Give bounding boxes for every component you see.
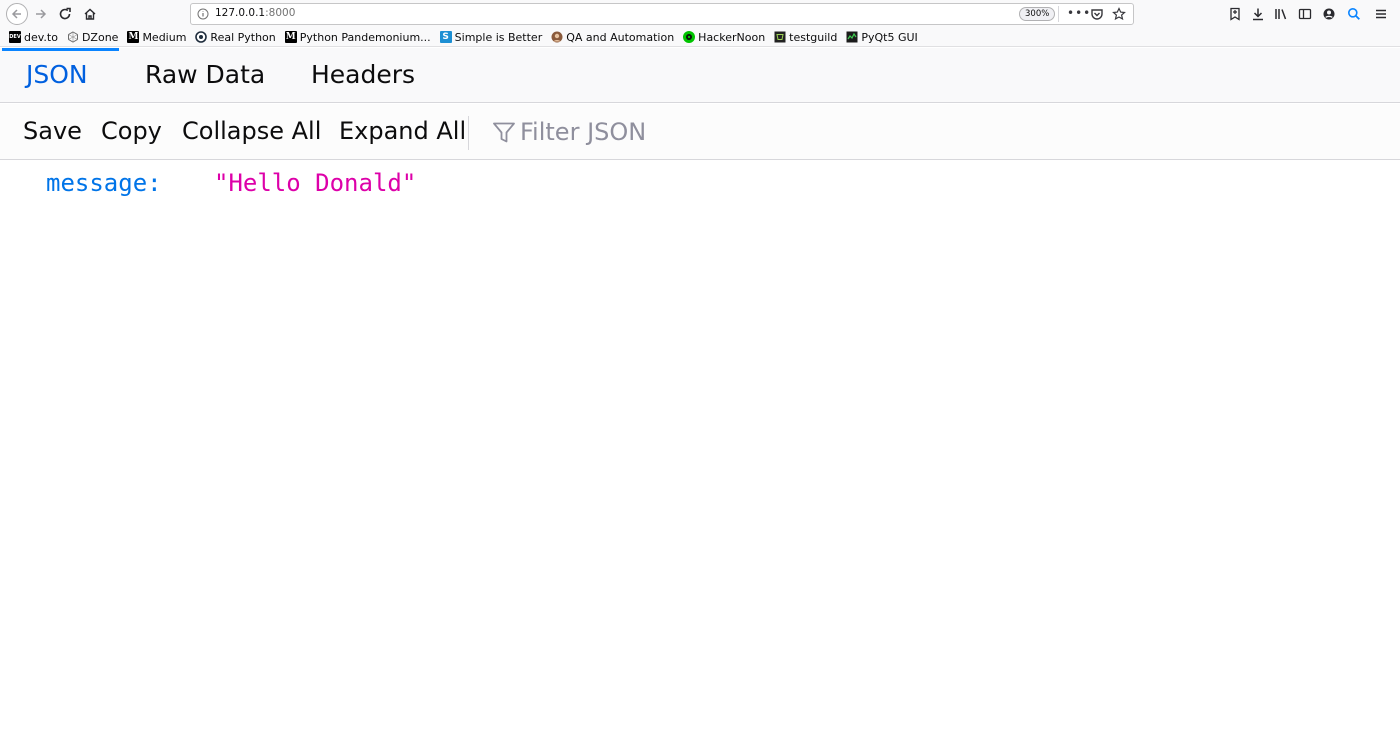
url-separator xyxy=(1058,6,1059,22)
json-tree: message: "Hello Donald" xyxy=(0,161,1400,748)
json-value: "Hello Donald" xyxy=(214,169,417,197)
reload-button[interactable] xyxy=(53,2,77,26)
url-text[interactable]: 127.0.0.1:8000 xyxy=(215,7,295,19)
arrow-left-icon xyxy=(11,9,21,19)
account-icon[interactable] xyxy=(1320,5,1338,23)
qa-avatar-icon xyxy=(551,31,563,43)
realpython-icon xyxy=(195,31,208,43)
sidebar-icon[interactable] xyxy=(1296,5,1314,23)
filter-json-input[interactable] xyxy=(520,112,920,152)
filter-icon xyxy=(493,122,515,143)
bookmark-python-pandemonium[interactable]: M Python Pandemonium... xyxy=(284,30,431,44)
save-to-pocket-icon[interactable] xyxy=(1226,5,1244,23)
url-host: 127.0.0.1 xyxy=(215,7,266,19)
bookmark-label: DZone xyxy=(81,30,119,44)
home-button[interactable] xyxy=(78,2,102,26)
back-button[interactable] xyxy=(5,2,29,26)
tab-headers[interactable]: Headers xyxy=(311,48,415,103)
save-button[interactable]: Save xyxy=(23,117,82,145)
bookmark-label: HackerNoon xyxy=(698,30,766,44)
bookmark-label: testguild xyxy=(789,30,838,44)
bookmark-hackernoon[interactable]: HackerNoon xyxy=(683,31,765,44)
tab-json[interactable]: JSON xyxy=(26,48,88,103)
library-icon[interactable] xyxy=(1272,5,1290,23)
collapse-all-button[interactable]: Collapse All xyxy=(182,117,321,145)
info-icon[interactable] xyxy=(197,8,209,20)
bookmark-simple-is-better[interactable]: S Simple is Better xyxy=(439,30,543,44)
bookmark-devto[interactable]: DEV dev.to xyxy=(9,31,58,44)
tab-raw-data[interactable]: Raw Data xyxy=(145,48,265,103)
bookmark-label: Real Python xyxy=(210,30,276,44)
pocket-icon[interactable] xyxy=(1090,7,1104,21)
url-port: :8000 xyxy=(265,7,296,19)
medium-icon: M xyxy=(284,31,297,43)
bookmark-medium[interactable]: M Medium xyxy=(127,31,186,44)
expand-all-button[interactable]: Expand All xyxy=(339,117,466,145)
page-actions-menu-icon[interactable]: ••• xyxy=(1067,6,1091,20)
bookmark-label: Medium xyxy=(142,30,187,44)
bookmark-dzone[interactable]: DZone xyxy=(67,31,118,44)
medium-icon: M xyxy=(127,31,140,43)
testguild-icon xyxy=(774,31,786,43)
reload-icon xyxy=(59,7,71,20)
json-key: message: xyxy=(46,169,162,197)
search-icon[interactable] xyxy=(1345,5,1363,23)
zoom-level-badge[interactable]: 300% xyxy=(1019,7,1056,21)
downloads-icon[interactable] xyxy=(1249,5,1267,23)
bookmark-label: PyQt5 GUI xyxy=(861,30,918,44)
bookmark-label: Python Pandemonium... xyxy=(299,30,431,44)
forward-button[interactable] xyxy=(29,2,53,26)
bookmark-label: Simple is Better xyxy=(454,30,543,44)
address-bar[interactable]: 127.0.0.1:8000 300% ••• xyxy=(190,3,1134,25)
bookmark-star-icon[interactable] xyxy=(1112,7,1126,21)
home-icon xyxy=(84,8,96,20)
arrow-right-icon xyxy=(36,9,47,19)
hackernoon-icon xyxy=(683,31,696,43)
json-toolbar: Save Copy Collapse All Expand All xyxy=(0,104,1400,160)
bookmark-qa-automation[interactable]: QA and Automation xyxy=(551,31,674,44)
simpleisbetter-icon: S xyxy=(439,31,452,43)
browser-toolbar: 127.0.0.1:8000 300% ••• xyxy=(0,0,1400,28)
bookmark-label: QA and Automation xyxy=(566,30,675,44)
bookmark-real-python[interactable]: Real Python xyxy=(195,30,276,44)
pyqt-icon xyxy=(846,31,858,43)
devto-icon: DEV xyxy=(9,31,21,43)
bookmarks-toolbar: DEV dev.to DZone M Medium Real Python M … xyxy=(0,28,1400,47)
copy-button[interactable]: Copy xyxy=(101,117,162,145)
dzone-icon xyxy=(67,31,79,43)
bookmark-testguild[interactable]: testguild xyxy=(774,31,837,44)
toolbar-separator xyxy=(468,116,469,150)
json-viewer-tabs: JSON Raw Data Headers xyxy=(0,48,1400,103)
menu-icon[interactable] xyxy=(1372,5,1390,23)
bookmark-pyqt5-gui[interactable]: PyQt5 GUI xyxy=(846,30,918,44)
bookmark-label: dev.to xyxy=(24,30,58,44)
